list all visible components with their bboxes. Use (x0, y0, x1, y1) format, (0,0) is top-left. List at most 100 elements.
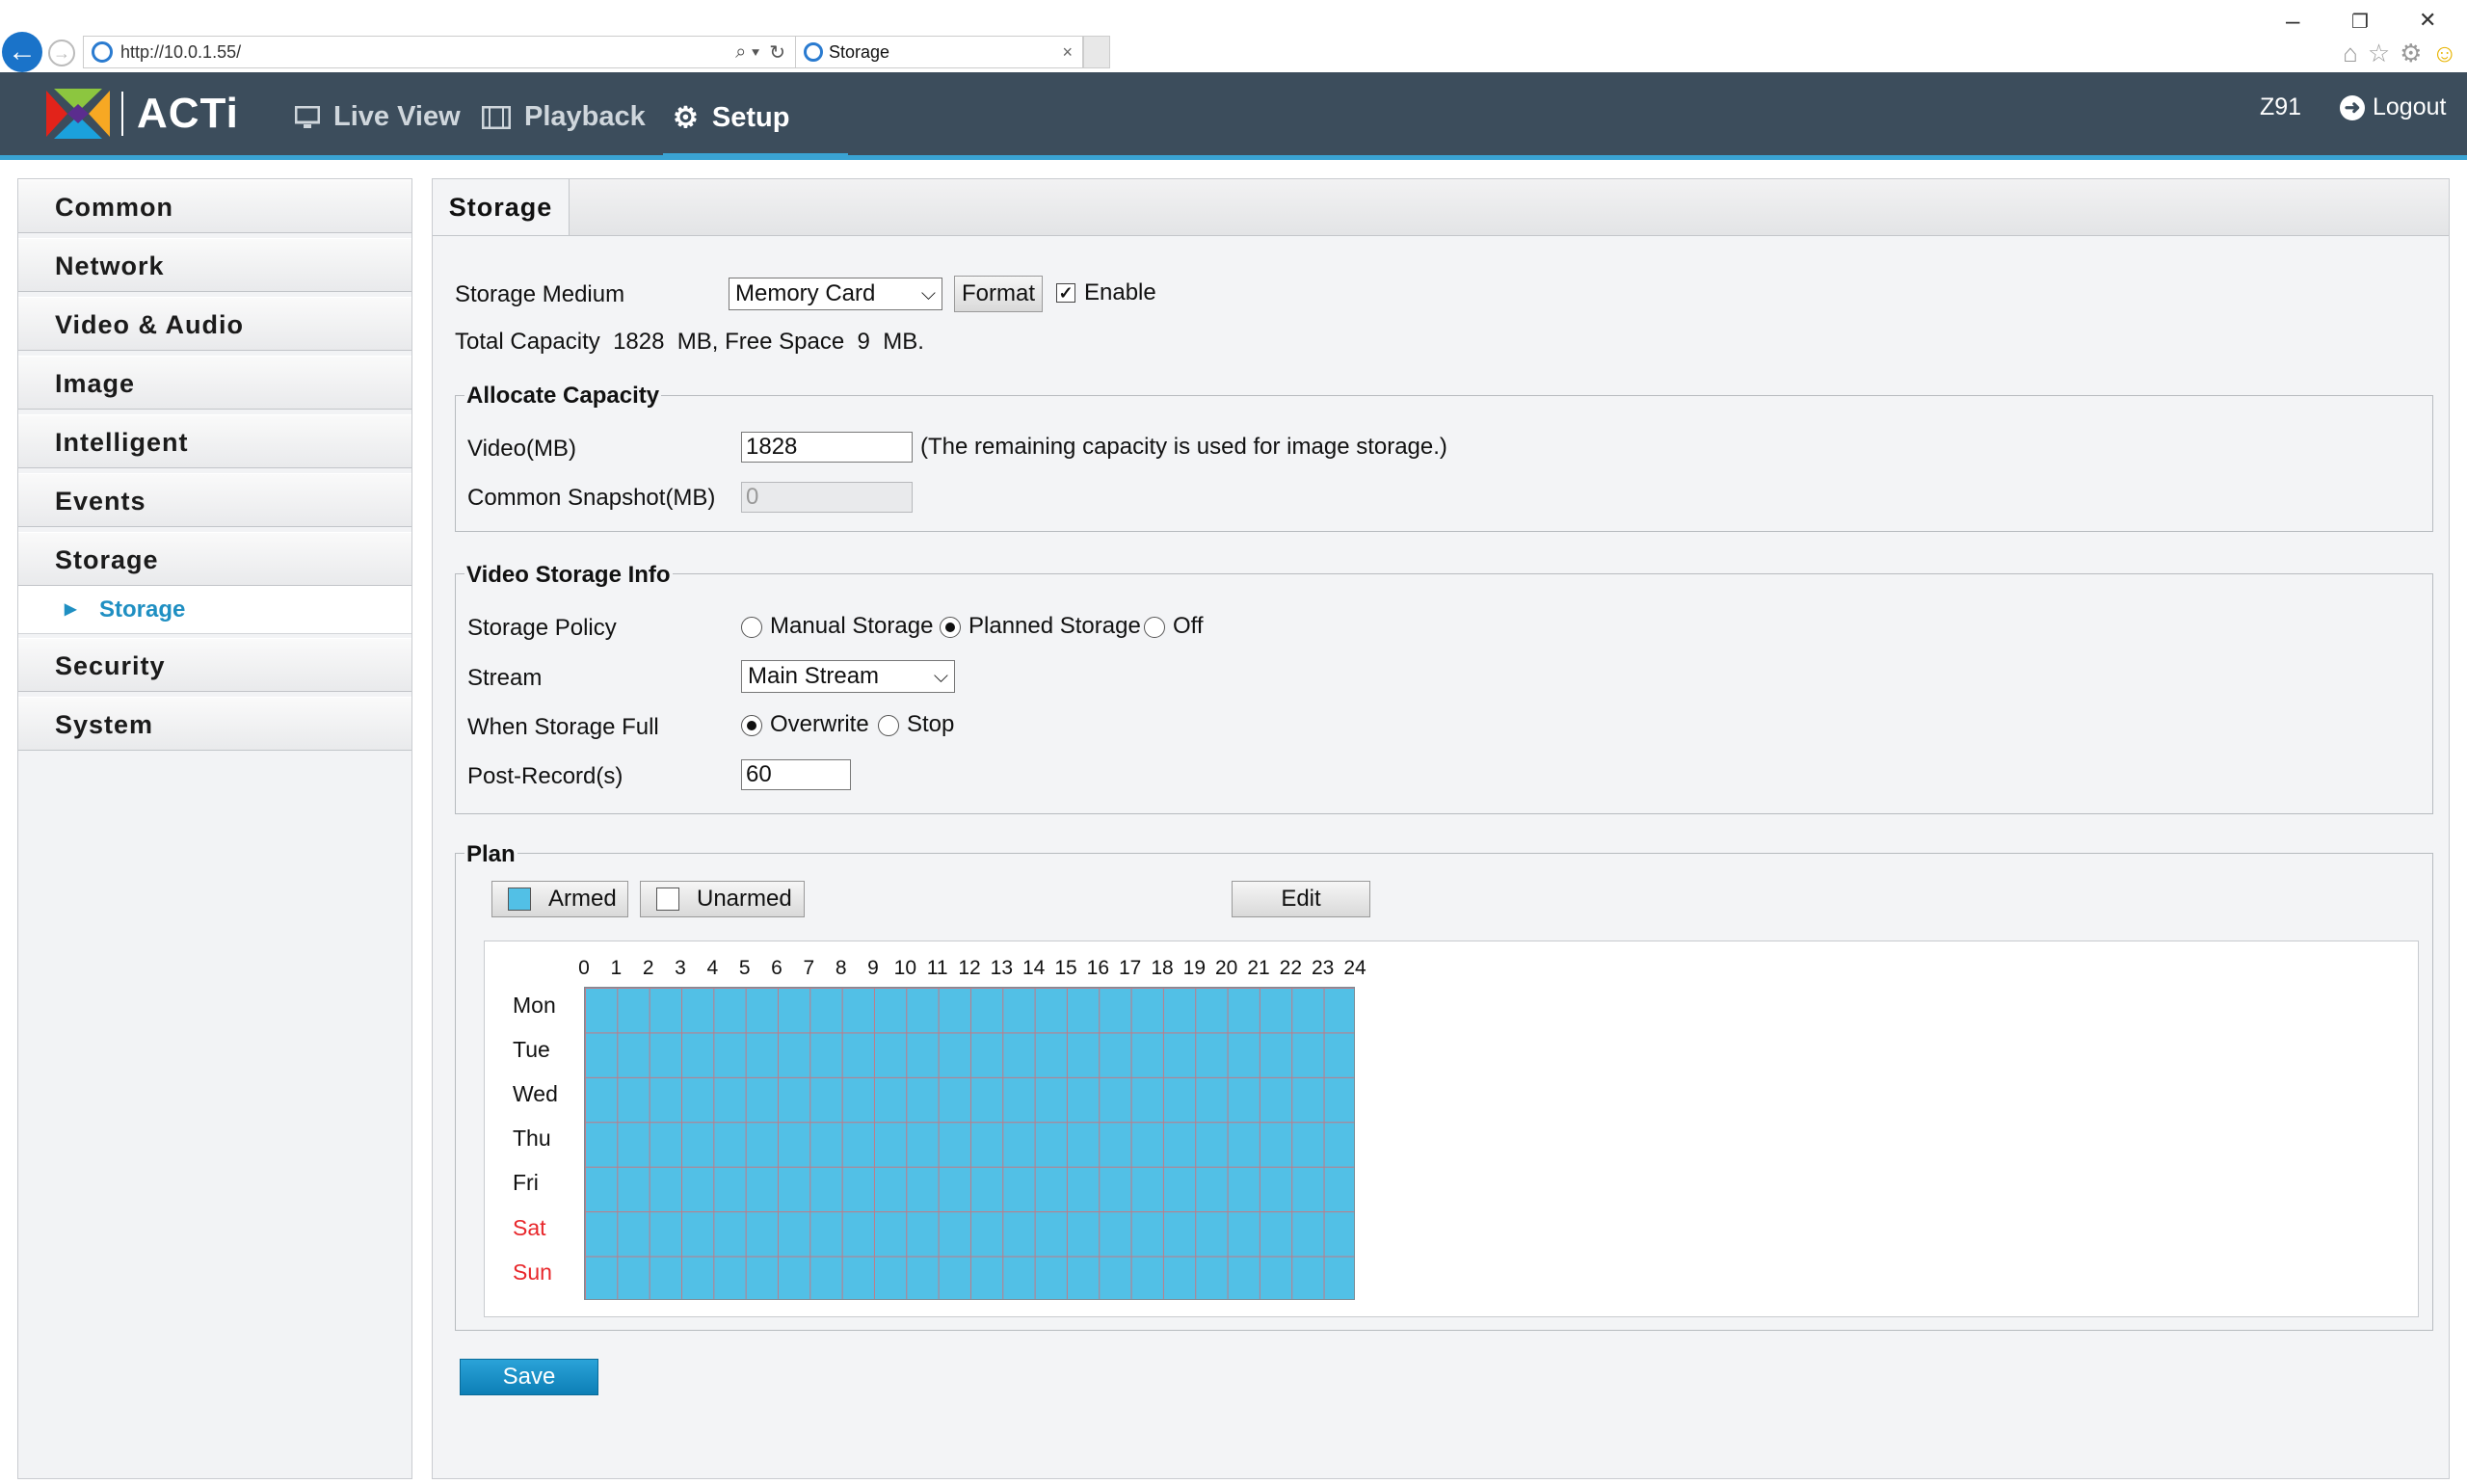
sidebar-item-intelligent[interactable]: Intelligent (18, 414, 411, 468)
acti-logo: ACTi (46, 89, 239, 139)
forward-arrow-icon[interactable]: → (48, 40, 75, 66)
day-label: Wed (513, 1081, 558, 1106)
sidebar-item-events[interactable]: Events (18, 473, 411, 527)
sidebar-subitem-storage[interactable]: ▶ Storage (18, 586, 411, 634)
sidebar-item-network[interactable]: Network (18, 238, 411, 292)
hour-label: 9 (867, 957, 879, 979)
video-mb-note: (The remaining capacity is used for imag… (920, 434, 1447, 460)
hour-label: 11 (926, 957, 948, 979)
browser-tab[interactable]: Storage × (796, 36, 1083, 68)
sidebar-item-security[interactable]: Security (18, 638, 411, 692)
back-arrow-icon[interactable]: ← (2, 32, 42, 72)
format-button[interactable]: Format (954, 276, 1043, 312)
policy-manual-radio[interactable] (741, 617, 762, 638)
hour-label: 23 (1311, 957, 1335, 979)
refresh-icon[interactable]: ↻ (769, 40, 785, 65)
logo-mark-icon (46, 89, 110, 139)
video-mb-label: Video(MB) (467, 436, 576, 462)
hour-label: 8 (835, 957, 847, 979)
hour-label: 0 (578, 957, 590, 979)
unarmed-swatch (656, 888, 679, 911)
day-label: Mon (513, 993, 556, 1018)
address-url[interactable]: http://10.0.1.55/ (120, 42, 735, 63)
sidebar-item-image[interactable]: Image (18, 356, 411, 410)
logo-separator (121, 92, 123, 136)
policy-planned-radio[interactable] (940, 617, 961, 638)
menu-playback[interactable]: Playback (482, 101, 646, 133)
menu-playback-label: Playback (524, 101, 646, 132)
logout-button[interactable]: ➜ Logout (2340, 93, 2446, 121)
full-stop-label: Stop (907, 711, 955, 737)
smiley-feedback-icon[interactable]: ☺ (2431, 39, 2457, 68)
search-icon[interactable]: ⌕ ▾ (735, 41, 759, 64)
favorites-star-icon[interactable]: ☆ (2368, 39, 2390, 68)
hour-label: 17 (1118, 957, 1142, 979)
logout-label: Logout (2373, 93, 2447, 120)
hour-label: 6 (771, 957, 783, 979)
menu-live-view-label: Live View (333, 101, 461, 132)
sidebar-item-video-audio[interactable]: Video & Audio (18, 297, 411, 351)
edit-button[interactable]: Edit (1232, 881, 1370, 917)
post-record-input[interactable]: 60 (741, 759, 851, 790)
tab-storage[interactable]: Storage (433, 179, 570, 235)
browser-toolbar-icons: ⌂ ☆ ⚙ ☺ (2343, 39, 2457, 68)
sidebar-item-system[interactable]: System (18, 697, 411, 751)
hour-label: 1 (610, 957, 623, 979)
full-overwrite-label: Overwrite (770, 711, 869, 737)
minimize-icon[interactable]: – (2286, 6, 2299, 36)
new-tab-button[interactable] (1083, 36, 1110, 68)
when-storage-full-label: When Storage Full (467, 714, 659, 740)
hour-label: 15 (1054, 957, 1077, 979)
video-mb-input[interactable]: 1828 (741, 432, 913, 463)
panel-tab-bar: Storage (433, 179, 2449, 236)
address-bar[interactable]: http://10.0.1.55/ ⌕ ▾ ↻ (83, 36, 796, 68)
storage-medium-value: Memory Card (735, 280, 876, 306)
video-storage-info-legend: Video Storage Info (464, 562, 673, 589)
logout-arrow-icon: ➜ (2340, 94, 2365, 120)
stream-select[interactable]: Main Stream ⌵ (741, 660, 955, 693)
hour-label: 5 (738, 957, 751, 979)
hour-label: 3 (675, 957, 686, 979)
hour-label: 12 (958, 957, 981, 979)
armed-button[interactable]: Armed (491, 881, 628, 917)
hour-label: 2 (642, 957, 654, 979)
policy-off-radio[interactable] (1144, 617, 1165, 638)
full-overwrite-radio[interactable] (741, 715, 762, 736)
day-label-weekend: Sat (513, 1215, 546, 1240)
policy-off-label: Off (1173, 613, 1204, 639)
browser-chrome: ← → http://10.0.1.55/ ⌕ ▾ ↻ Storage × – … (0, 0, 2467, 72)
allocate-capacity-legend: Allocate Capacity (464, 383, 662, 410)
home-icon[interactable]: ⌂ (2343, 39, 2358, 68)
caret-right-icon: ▶ (65, 601, 77, 618)
hour-label: 19 (1182, 957, 1206, 979)
hour-label: 14 (1021, 957, 1046, 979)
full-stop-radio[interactable] (878, 715, 899, 736)
sidebar-item-storage[interactable]: Storage (18, 532, 411, 586)
storage-medium-select[interactable]: Memory Card ⌵ (729, 278, 942, 310)
logo-text: ACTi (137, 90, 239, 137)
sidebar-item-common[interactable]: Common (18, 179, 411, 233)
save-button[interactable]: Save (460, 1359, 598, 1395)
hour-label: 18 (1151, 957, 1174, 979)
policy-manual-label: Manual Storage (770, 613, 934, 639)
hour-label: 22 (1279, 957, 1302, 979)
menu-live-view[interactable]: Live View (295, 101, 461, 133)
hour-label: 13 (990, 957, 1013, 979)
tab-close-icon[interactable]: × (1062, 42, 1073, 63)
common-snapshot-label: Common Snapshot(MB) (467, 485, 716, 511)
enable-checkbox[interactable]: ✓ (1056, 283, 1075, 303)
menu-setup[interactable]: ⚙ Setup (673, 101, 789, 135)
schedule-grid[interactable] (584, 987, 1355, 1300)
sidebar: Common Network Video & Audio Image Intel… (17, 178, 412, 1479)
chevron-down-icon: ⌵ (920, 282, 936, 305)
chevron-down-icon: ⌵ (933, 665, 948, 687)
hour-label: 4 (706, 957, 719, 979)
stream-value: Main Stream (748, 663, 880, 689)
settings-gear-icon[interactable]: ⚙ (2400, 39, 2422, 68)
restore-icon[interactable]: ❐ (2351, 10, 2369, 34)
header-accent-line (0, 155, 2467, 160)
unarmed-button[interactable]: Unarmed (640, 881, 805, 917)
close-window-icon[interactable]: ✕ (2419, 8, 2436, 33)
device-name: Z91 (2260, 93, 2302, 120)
stream-label: Stream (467, 665, 543, 691)
